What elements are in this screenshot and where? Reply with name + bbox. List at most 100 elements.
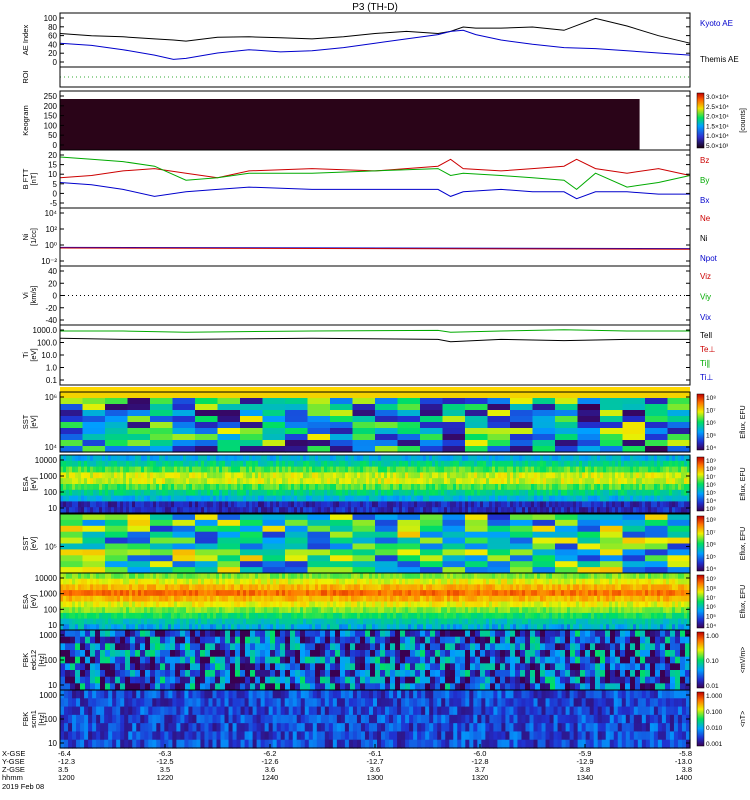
ylabel-fbk_b: FBKscm1[Hz] bbox=[21, 710, 46, 728]
panel-velocity: 40 20 0 -20 -40 Vi[km/s] Viz Viy Vix bbox=[21, 265, 711, 326]
panel-esa2: 10000 1000 100 10 ESA[eV] 10⁹ 10⁸ 10⁷ 10⁶ 10⁵ 10⁴ E… bbox=[21, 572, 747, 631]
colorbar-tick: 2.5×10⁴ bbox=[706, 104, 729, 111]
colorbar-tick: 1.000 bbox=[706, 693, 723, 700]
colorbar-tick: 1.0×10⁴ bbox=[706, 133, 729, 140]
colorbar-fbk_e bbox=[696, 631, 705, 689]
legend-by: By bbox=[700, 176, 709, 185]
legend-ti: Ti∥ bbox=[700, 359, 710, 368]
chart-title: P3 (TH-D) bbox=[352, 2, 398, 13]
ylabel-line: Keogram bbox=[21, 105, 30, 135]
colorbar-tick: 10⁸ bbox=[706, 517, 716, 524]
colorbar-tick: 3.0×10⁴ bbox=[706, 94, 729, 101]
legend-bx: Bx bbox=[700, 196, 709, 205]
ylabel-line: [Hz] bbox=[37, 653, 46, 666]
colorbar-fbk_b bbox=[696, 691, 705, 747]
ytick-label: 10.0 bbox=[41, 351, 57, 360]
ytick-label: 100 bbox=[44, 488, 58, 497]
colorbar-tick: 1.00 bbox=[706, 633, 719, 640]
ylabel-line: [eV] bbox=[29, 415, 38, 428]
xaxis-tick-label: 1320 bbox=[472, 773, 489, 782]
panel-fbk_e: 100010010FBKedc12[Hz]1.000.100.01<mV/m> bbox=[21, 629, 747, 691]
colorbar-tick: 1.5×10⁴ bbox=[706, 123, 729, 130]
colorbar-tick: 10⁶ bbox=[706, 604, 716, 611]
ylabel-sst2: SST[eV] bbox=[21, 536, 38, 551]
colorbar-tick: 10⁵ bbox=[706, 490, 716, 497]
colorbar-sst2 bbox=[696, 515, 705, 572]
colorbar-tick: 10⁷ bbox=[706, 595, 716, 602]
ylabel-sst1: SST[eV] bbox=[21, 414, 38, 429]
panel-sst1: 10⁶ 10⁴ SST[eV] 10⁸ 10⁷ 10⁶ 10⁵ 10⁴ Eflux, EFU bbox=[21, 387, 747, 453]
colorbar-label: [counts] bbox=[740, 108, 747, 133]
keogram-image bbox=[60, 99, 640, 150]
colorbar-tick: 10⁴ bbox=[706, 566, 716, 573]
ytick-label: 10⁴ bbox=[45, 443, 58, 452]
colorbar-tick: 5.0×10³ bbox=[706, 143, 729, 150]
colorbar-tick: 0.10 bbox=[706, 658, 719, 665]
spectrogram-esa1 bbox=[60, 455, 691, 514]
xaxis-tick-label: 1300 bbox=[367, 773, 384, 782]
legend-viz: Viz bbox=[700, 272, 711, 281]
sst-top-band bbox=[60, 387, 690, 392]
xaxis-tick-label: 1220 bbox=[157, 773, 174, 782]
ytick-label: 40 bbox=[48, 267, 57, 276]
ylabel-line: [km/s] bbox=[29, 286, 38, 306]
colorbar-tick: 10⁷ bbox=[706, 474, 716, 481]
legend-bz: Bz bbox=[700, 156, 709, 165]
xaxis-tick-label: 1340 bbox=[577, 773, 594, 782]
legend-tell: Tell bbox=[700, 331, 712, 340]
legend-te: Te⊥ bbox=[700, 345, 715, 354]
ytick-label: 60 bbox=[48, 32, 57, 41]
legend-themisae: Themis AE bbox=[700, 55, 739, 64]
ytick-label: 10⁴ bbox=[45, 209, 58, 218]
ytick-label: 40 bbox=[48, 40, 57, 49]
panel-keogram: 250200150100500 Keogram 3.0×10⁴ 2.5×10⁴ 2.0×… bbox=[21, 90, 747, 151]
ytick-label: -5 bbox=[50, 199, 58, 208]
ytick-label: 100 bbox=[44, 605, 58, 614]
colorbar-tick: 10⁶ bbox=[706, 482, 716, 489]
ytick-label: -40 bbox=[45, 316, 57, 325]
ytick-label: 0 bbox=[53, 58, 58, 67]
colorbar-tick: 2.0×10⁴ bbox=[706, 114, 729, 121]
ytick-label: 10 bbox=[48, 504, 57, 513]
spectrogram-sst2 bbox=[60, 514, 691, 574]
panel-bfield: 20151050-5 B FTT[nT] Bz By Bx bbox=[21, 149, 709, 209]
colorbar-tick: 10⁵ bbox=[706, 433, 716, 440]
colorbar-esa1 bbox=[696, 456, 705, 512]
ytick-label: 150 bbox=[44, 112, 58, 121]
legend-vix: Vix bbox=[700, 313, 711, 322]
spectrogram-fbk_b bbox=[60, 690, 691, 749]
ylabel-line: [nT] bbox=[29, 173, 38, 186]
colorbar-tick: 10⁴ bbox=[706, 623, 716, 630]
colorbar-tick: 10⁵ bbox=[706, 614, 716, 621]
ytick-label: 0 bbox=[53, 141, 58, 150]
ylabel-line: [eV] bbox=[29, 537, 38, 550]
colorbar-tick: 10⁶ bbox=[706, 542, 716, 549]
panel-roi: ROI bbox=[21, 66, 691, 88]
ytick-label: 100 bbox=[44, 121, 58, 130]
ytick-label: 0 bbox=[53, 292, 58, 301]
colorbar-tick: 10⁴ bbox=[706, 498, 716, 505]
ytick-label: 10 bbox=[48, 170, 57, 179]
ytick-label: 10⁰ bbox=[45, 241, 57, 250]
chart-figure: P3 (TH-D) 100806040200AE IndexKyoto AETh… bbox=[2, 2, 747, 791]
colorbar-tick: 10⁹ bbox=[706, 458, 716, 465]
ytick-label: 1.0 bbox=[46, 364, 58, 373]
colorbar-tick: 10³ bbox=[706, 506, 716, 513]
colorbar-tick: 0.001 bbox=[706, 741, 723, 748]
ytick-label: 1000 bbox=[39, 631, 57, 640]
ytick-label: 100 bbox=[44, 14, 58, 23]
xaxis-date-label: 2019 Feb 08 bbox=[2, 782, 44, 791]
colorbar-tick: 10⁸ bbox=[706, 395, 716, 402]
ytick-label: 80 bbox=[48, 23, 57, 32]
colorbar-tick: 10⁸ bbox=[706, 585, 716, 592]
ylabel-ae: AE Index bbox=[21, 25, 30, 56]
spectrogram-sst1 bbox=[60, 392, 691, 453]
ylabel-keogram: Keogram bbox=[21, 105, 30, 135]
colorbar-sst1 bbox=[696, 393, 705, 451]
ytick-label: 1000 bbox=[39, 472, 57, 481]
ytick-label: 1000 bbox=[39, 691, 57, 700]
panel-fbk_b: 100010010FBKscm1[Hz]1.0000.1000.0100.001… bbox=[21, 689, 747, 749]
colorbar-tick: 0.010 bbox=[706, 725, 723, 732]
panel-esa1: 10000 1000 100 10 ESA[eV] 10⁹10⁸10⁷10⁶10⁵10⁴1… bbox=[21, 454, 747, 514]
ytick-label: 10000 bbox=[35, 574, 58, 583]
